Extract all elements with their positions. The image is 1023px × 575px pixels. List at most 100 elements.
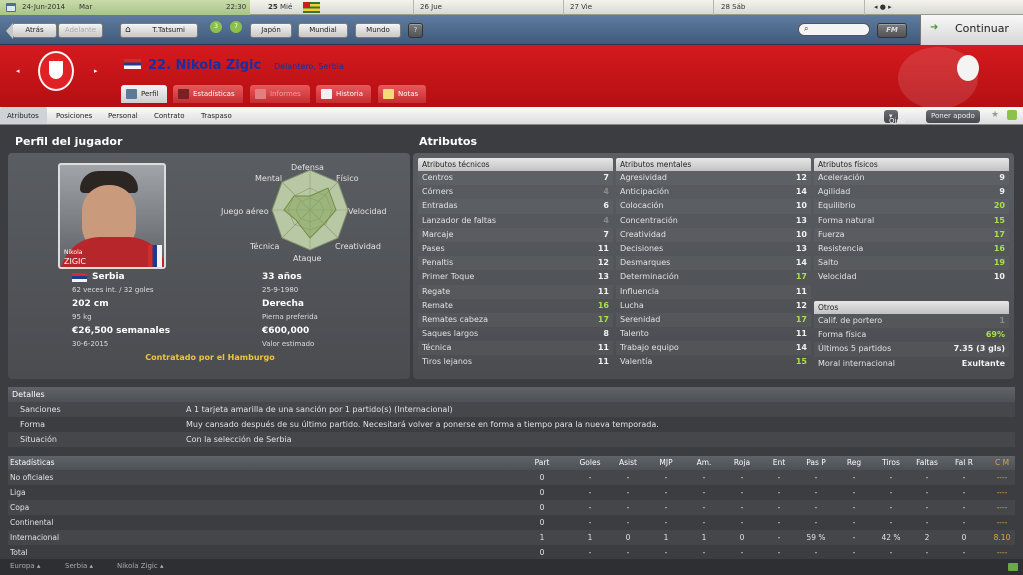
subnav-atributos[interactable]: Atributos [7,112,39,120]
attribute-label: Decisiones [620,243,664,253]
stats-col-header[interactable]: Fal R [946,456,982,470]
attribute-row[interactable]: Decisiones 13 [616,242,811,256]
attribute-row[interactable]: Pases 11 [418,242,613,256]
attribute-row[interactable]: Remate 16 [418,299,613,313]
calendar-nav-icon[interactable]: ◂ ● ▸ [874,3,892,11]
stats-col-header[interactable]: Goles [572,456,608,470]
stats-col-header[interactable]: Roja [724,456,760,470]
nation[interactable]: Serbia [92,272,125,282]
subnav-contrato[interactable]: Contrato [154,112,185,120]
stats-col-header[interactable]: Faltas [909,456,945,470]
subnav-posiciones[interactable]: Posiciones [56,112,92,120]
tab-notas[interactable]: Notas [378,85,426,103]
menu-mundial[interactable]: Mundial [298,23,348,38]
attribute-label: Resistencia [818,243,864,253]
stats-col-header[interactable]: Asist [610,456,646,470]
tab-informes[interactable]: Informes [250,85,310,103]
attribute-row[interactable]: Valentía 15 [616,355,811,369]
attribute-row[interactable]: Fuerza 17 [814,228,1009,242]
breadcrumb-serbia[interactable]: Serbia ▴ [65,562,93,570]
tab-perfil[interactable]: Perfil [121,85,167,103]
subnav-traspaso[interactable]: Traspaso [201,112,232,120]
stats-col-header[interactable]: MJP [648,456,684,470]
attribute-row[interactable]: Forma física 69% [814,328,1009,342]
attribute-row[interactable]: Aceleración 9 [814,171,1009,185]
calendar-day-27[interactable]: 27 Vie [570,3,592,12]
attribute-row[interactable]: Centros 7 [418,171,613,185]
forward-button[interactable]: Adelante [58,23,103,38]
menu-japon[interactable]: Japón [250,23,292,38]
fm-menu-button[interactable]: FM [877,23,907,38]
menu-mundo[interactable]: Mundo [355,23,401,38]
help-button[interactable]: ? [408,23,423,38]
attribute-row[interactable]: Agresividad 12 [616,171,811,185]
attribute-row[interactable]: Marcaje 7 [418,228,613,242]
player-photo: Nikola ZIGIC [58,163,166,269]
attribute-row[interactable]: Tiros lejanos 11 [418,355,613,369]
prev-arrow-icon[interactable]: ◂ [16,67,20,75]
attribute-label: Remate [422,300,453,310]
stats-col-header[interactable]: Part [524,456,560,470]
attribute-row[interactable]: Colocación 10 [616,199,811,213]
attribute-row[interactable]: Calif. de portero 1 [814,314,1009,328]
calendar-day-26[interactable]: 26 Jue [420,3,442,12]
attribute-label: Determinación [620,272,679,282]
attribute-row[interactable]: Creatividad 10 [616,228,811,242]
stats-cell: - [814,503,818,512]
status-icon[interactable] [1008,563,1018,571]
breadcrumb-europa[interactable]: Europa ▴ [10,562,40,570]
attribute-row[interactable]: Talento 11 [616,327,811,341]
news-badge[interactable]: 7 [230,21,242,33]
star-icon[interactable]: ★ [991,110,999,120]
tab-estadisticas[interactable]: Estadísticas [173,85,243,103]
attribute-row[interactable]: Penaltis 12 [418,256,613,270]
attribute-row[interactable]: Influencia 11 [616,285,811,299]
attribute-row[interactable]: Lucha 12 [616,299,811,313]
calendar-day-25[interactable]: 25 Mié [268,3,292,12]
calendar-today[interactable]: 24-Jun-2014 Mar 22:30 [0,0,250,15]
attribute-row[interactable]: Serenidad 17 [616,313,811,327]
attribute-row[interactable]: Concentración 13 [616,214,811,228]
attribute-row[interactable]: Últimos 5 partidos 7.35 (3 gls) [814,342,1009,356]
stats-col-header[interactable]: Reg [836,456,872,470]
search-input[interactable]: ⌕ [798,23,870,36]
attribute-row[interactable]: Resistencia 16 [814,242,1009,256]
edit-icon[interactable] [1007,110,1017,120]
back-button[interactable]: Atrás [6,23,57,39]
attribute-row[interactable]: Remates cabeza 17 [418,313,613,327]
nickname-button[interactable]: Poner apodo [926,110,980,123]
calendar-date: 24-Jun-2014 [22,3,66,11]
attribute-row[interactable]: Forma natural 15 [814,214,1009,228]
stats-col-header[interactable]: C M [984,456,1020,470]
attribute-row[interactable]: Determinación 17 [616,270,811,284]
breadcrumb-player[interactable]: Nikola Zigic ▴ [117,562,163,570]
attribute-row[interactable]: Saques largos 8 [418,327,613,341]
attribute-row[interactable]: Entradas 6 [418,199,613,213]
attribute-row[interactable]: Anticipación 14 [616,185,811,199]
tab-historia[interactable]: Historia [316,85,371,103]
scout-button[interactable]: Ojeo ▾ [884,110,905,125]
subnav-personal[interactable]: Personal [108,112,138,120]
attribute-row[interactable]: Agilidad 9 [814,185,1009,199]
attribute-row[interactable]: Lanzador de faltas 4 [418,214,613,228]
attribute-row[interactable]: Técnica 11 [418,341,613,355]
inbox-badge[interactable]: 3 [210,21,222,33]
calendar-day-28[interactable]: 28 Sáb [721,3,745,12]
notes-icon [383,89,394,99]
stats-col-header[interactable]: Tiros [873,456,909,470]
attribute-row[interactable]: Equilibrio 20 [814,199,1009,213]
attribute-row[interactable]: Trabajo equipo 14 [616,341,811,355]
attribute-row[interactable]: Regate 11 [418,285,613,299]
attribute-row[interactable]: Velocidad 10 [814,270,1009,284]
attribute-row[interactable]: Salto 19 [814,256,1009,270]
attribute-row[interactable]: Córners 4 [418,185,613,199]
stats-col-header[interactable]: Ent [761,456,797,470]
attribute-row[interactable]: Desmarques 14 [616,256,811,270]
stats-col-header[interactable]: Am. [686,456,722,470]
stats-col-header[interactable]: Pas P [798,456,834,470]
continue-button[interactable]: ➜ Continuar [920,15,1023,45]
attribute-row[interactable]: Primer Toque 13 [418,270,613,284]
manager-menu[interactable]: ⌂ T.Tatsumi [120,23,198,38]
attribute-row[interactable]: Moral internacional Exultante [814,357,1009,371]
next-arrow-icon[interactable]: ▸ [94,67,98,75]
